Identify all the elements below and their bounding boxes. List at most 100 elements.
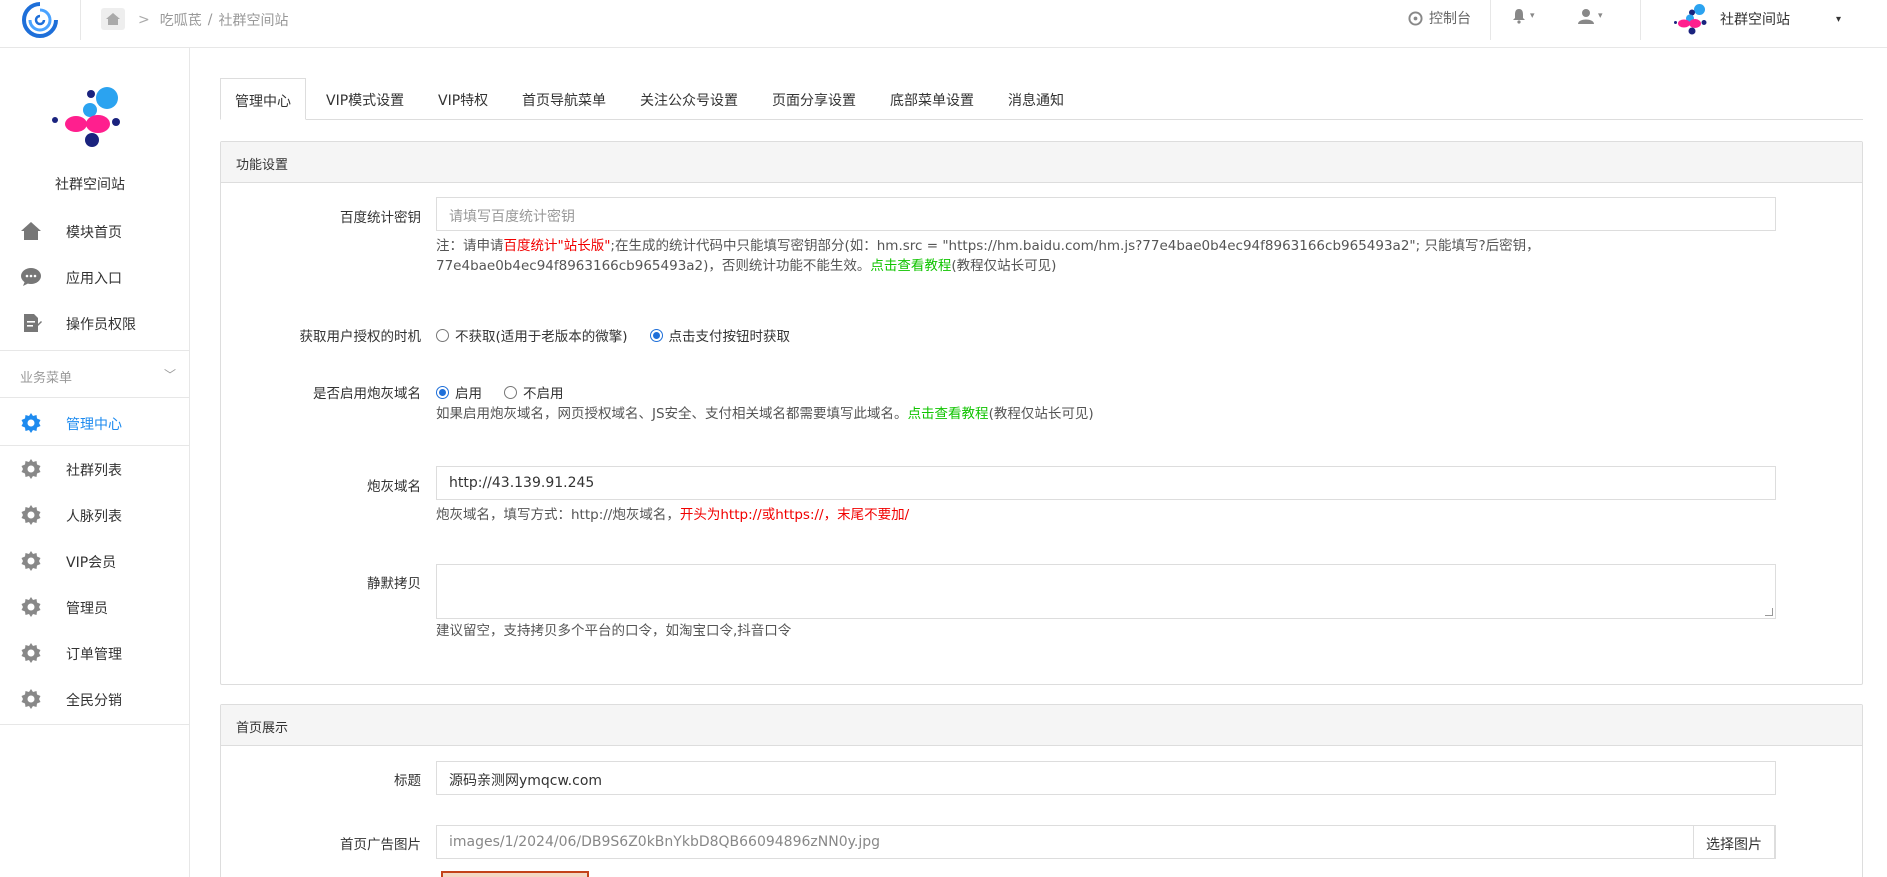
site-switcher[interactable]: 社群空间站 ▾ [1672, 3, 1841, 35]
home-ad-image-path: images/1/2024/06/DB9S6Z0kBnYkbD8QB660948… [449, 834, 881, 850]
auth-option-none-radio[interactable] [436, 328, 449, 342]
sidebar-item-label: 管理员 [66, 601, 108, 617]
ad-image-thumbnail [441, 871, 589, 877]
tutorial-link[interactable]: 点击查看教程 [908, 406, 989, 422]
cannon-enable-off-radio[interactable] [504, 385, 517, 399]
sidebar-item-administrators[interactable]: 管理员 [0, 584, 189, 630]
cannon-enable-radio-group: 启用 不启用 [436, 382, 564, 402]
home-ad-image-label: 首页广告图片 [340, 837, 421, 853]
auth-option-none-label[interactable]: 不获取(适用于老版本的微擎) [455, 325, 628, 345]
sidebar-item-label: 人脉列表 [66, 509, 122, 525]
auth-option-pay-radio[interactable] [649, 328, 663, 342]
user-dropdown[interactable]: ▾ [1578, 8, 1603, 24]
sidebar-item-app-entry[interactable]: 应用入口 [0, 254, 189, 300]
site-logo-icon [52, 87, 120, 147]
console-link[interactable]: 控制台 [1408, 8, 1471, 28]
breadcrumb-app[interactable]: 吃呱茋 [160, 10, 202, 30]
sidebar-item-label: VIP会员 [66, 555, 117, 571]
dashboard-icon [1408, 10, 1423, 26]
silent-copy-textarea[interactable] [436, 564, 1776, 619]
site-name: 社群空间站 [1720, 12, 1790, 28]
tab-management-center[interactable]: 管理中心 [220, 78, 306, 120]
resize-grip-icon[interactable] [1765, 608, 1773, 616]
chevron-down-icon: ▾ [1598, 11, 1603, 21]
home-title-input[interactable]: 源码亲测网ymqcw.com [436, 761, 1776, 795]
help-text: ;在生成的统计代码中只能填写密钥部分(如：hm.src = "https://h… [610, 238, 1540, 254]
home-icon [106, 13, 120, 25]
topbar-divider [80, 0, 81, 40]
chevron-down-icon[interactable]: ﹀ [164, 366, 176, 383]
baidu-key-help: 注：请申请百度统计"站长版";在生成的统计代码中只能填写密钥部分(如：hm.sr… [436, 236, 1566, 276]
sidebar-item-order-management[interactable]: 订单管理 [0, 630, 189, 676]
home-ad-image-input[interactable]: images/1/2024/06/DB9S6Z0kBnYkbD8QB660948… [436, 825, 1776, 859]
sidebar-divider [0, 350, 189, 351]
chat-icon [21, 268, 41, 286]
tab-follow-official-account[interactable]: 关注公众号设置 [640, 78, 738, 120]
tab-notifications[interactable]: 消息通知 [1008, 78, 1064, 120]
breadcrumb-divider: / [207, 12, 213, 28]
tab-vip-privileges[interactable]: VIP特权 [438, 78, 488, 120]
help-text: (教程仅站长可见) [988, 406, 1094, 422]
baidu-key-input[interactable]: 请填写百度统计密钥 [436, 197, 1776, 231]
help-text: 77e4bae0b4ec94f8963166cb965493a2)，否则统计功能… [436, 258, 871, 274]
chevron-down-icon: ▾ [1836, 13, 1842, 25]
sidebar-item-management-center[interactable]: 管理中心 [0, 400, 189, 446]
home-icon [21, 222, 41, 240]
auth-timing-radio-group: 不获取(适用于老版本的微擎) 点击支付按钮时获取 [436, 325, 790, 345]
bell-icon [1513, 9, 1525, 24]
help-text: 注：请申请 [436, 238, 504, 254]
sidebar-item-community-list[interactable]: 社群列表 [0, 446, 189, 492]
sidebar-item-operator-permissions[interactable]: 操作员权限 [0, 300, 189, 346]
sidebar-site-name: 社群空间站 [55, 177, 125, 193]
auth-timing-label: 获取用户授权的时机 [299, 329, 422, 345]
site-logo-icon [1674, 4, 1707, 35]
gear-icon [21, 413, 41, 433]
home-title-label: 标题 [394, 773, 421, 789]
auth-option-pay-label[interactable]: 点击支付按钮时获取 [669, 325, 791, 345]
silent-copy-label: 静默拷贝 [367, 576, 421, 592]
sidebar-item-distribution[interactable]: 全民分销 [0, 676, 189, 722]
cannon-enable-off-label[interactable]: 不启用 [523, 382, 564, 402]
tab-home-nav-menu[interactable]: 首页导航菜单 [522, 78, 606, 120]
tab-page-share[interactable]: 页面分享设置 [772, 78, 856, 120]
home-button[interactable] [101, 8, 125, 30]
sidebar-divider [0, 724, 189, 725]
tab-bottom-menu[interactable]: 底部菜单设置 [890, 78, 974, 120]
baidu-key-label: 百度统计密钥 [340, 210, 421, 226]
sidebar-item-vip-members[interactable]: VIP会员 [0, 538, 189, 584]
cannon-enable-on-radio[interactable] [436, 385, 449, 399]
gear-icon [21, 689, 41, 709]
panel-title: 首页展示 [221, 705, 1862, 746]
sidebar: 社群空间站 模块首页 应用入口 操作员权限 业务菜单 ﹀ 管理中心 社群列表 人… [0, 48, 190, 877]
sidebar-item-module-home[interactable]: 模块首页 [0, 208, 189, 254]
help-text: 如果启用炮灰域名，网页授权域名、JS安全、支付相关域名都需要填写此域名。 [436, 406, 908, 422]
app-logo-icon[interactable] [18, 0, 62, 40]
cannon-enable-on-label[interactable]: 启用 [455, 382, 482, 402]
select-image-button[interactable]: 选择图片 [1693, 826, 1775, 858]
sidebar-item-label: 管理中心 [66, 417, 122, 433]
breadcrumb-separator: > [138, 12, 150, 28]
home-display-panel: 首页展示 标题 源码亲测网ymqcw.com 首页广告图片 images/1/2… [220, 704, 1863, 877]
cannon-enable-label: 是否启用炮灰域名 [313, 386, 421, 402]
chevron-down-icon: ▾ [1530, 11, 1535, 21]
sidebar-item-contacts-list[interactable]: 人脉列表 [0, 492, 189, 538]
notifications-dropdown[interactable]: ▾ [1512, 8, 1535, 24]
sidebar-group-label[interactable]: 业务菜单 [20, 367, 72, 386]
cannon-domain-input[interactable]: http://43.139.91.245 [436, 466, 1776, 500]
sidebar-item-label: 模块首页 [66, 225, 122, 241]
panel-title: 功能设置 [221, 142, 1862, 183]
sidebar-item-label: 操作员权限 [66, 317, 136, 333]
feature-settings-panel: 功能设置 百度统计密钥 请填写百度统计密钥 注：请申请百度统计"站长版";在生成… [220, 141, 1863, 685]
topbar-divider [1640, 0, 1641, 40]
gear-icon [21, 551, 41, 571]
help-text: 炮灰域名，填写方式：http://炮灰域名， [436, 507, 680, 523]
tutorial-link[interactable]: 点击查看教程 [870, 258, 951, 274]
gear-icon [21, 505, 41, 525]
gear-icon [21, 459, 41, 479]
sidebar-item-label: 社群列表 [66, 463, 122, 479]
tab-vip-mode[interactable]: VIP模式设置 [326, 78, 404, 120]
topbar-divider [1490, 0, 1491, 40]
cannon-enable-help: 如果启用炮灰域名，网页授权域名、JS安全、支付相关域名都需要填写此域名。点击查看… [436, 404, 1566, 424]
top-bar: > 吃呱茋 / 社群空间站 控制台 ▾ ▾ 社群空间站 ▾ [0, 0, 1887, 48]
gear-icon [21, 597, 41, 617]
